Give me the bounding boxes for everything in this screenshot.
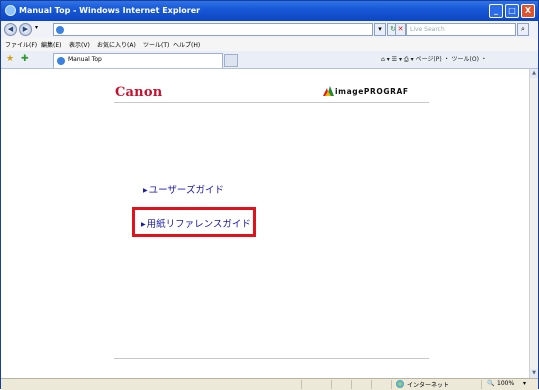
imageprograf-logo-text: imagePROGRAF (335, 87, 409, 96)
feeds-icon[interactable]: ☰ ▾ (392, 56, 402, 63)
status-divider (331, 380, 332, 389)
menu-favorites[interactable]: お気に入り(A) (97, 40, 136, 49)
title-bar: Manual Top - Windows Internet Explorer _… (1, 1, 538, 21)
menu-file[interactable]: ファイル(F) (5, 40, 37, 49)
favorites-star-icon[interactable]: ★ (6, 54, 14, 64)
internet-zone-label: インターネット (407, 382, 450, 389)
link-arrow-icon: ▶ (143, 187, 148, 194)
address-input[interactable] (53, 23, 373, 36)
menu-edit[interactable]: 編集(E) (41, 40, 61, 49)
add-favorites-icon[interactable]: ✚ (21, 54, 29, 64)
status-bar: インターネット 🔍 100% ▾ (1, 378, 538, 390)
imageprograf-logo: imagePROGRAF (323, 86, 409, 96)
search-input[interactable]: Live Search (406, 23, 516, 36)
tab-page-icon (57, 57, 65, 65)
users-guide-label: ユーザーズガイド (148, 185, 224, 196)
zoom-dropdown-icon[interactable]: ▾ (523, 380, 526, 387)
stop-icon[interactable]: ✕ (395, 23, 406, 36)
address-toolbar: ◀ ▶ ▾ ▾ ↻ ✕ Live Search ⌕ (1, 21, 538, 39)
status-divider (371, 380, 372, 389)
paper-reference-guide-label: 用紙リファレンスガイド (146, 219, 251, 230)
paper-reference-guide-link[interactable]: ▶用紙リファレンスガイド (141, 216, 251, 230)
tab-manual-top[interactable]: Manual Top (53, 53, 223, 68)
home-icon[interactable]: ⌂ ▾ (381, 56, 390, 63)
tab-label: Manual Top (68, 56, 102, 63)
status-divider (301, 380, 302, 389)
link-arrow-icon: ▶ (141, 221, 146, 228)
footer-divider (114, 358, 429, 359)
new-tab-button[interactable] (224, 54, 238, 67)
forward-button[interactable]: ▶ (19, 23, 32, 36)
maximize-button[interactable]: □ (505, 4, 519, 18)
close-button[interactable]: X (521, 4, 535, 18)
zoom-level[interactable]: 100% (497, 380, 514, 387)
page-icon (56, 26, 64, 34)
zoom-icon[interactable]: 🔍 (487, 380, 494, 387)
canon-logo: Canon (115, 85, 163, 100)
minimize-button[interactable]: _ (489, 4, 503, 18)
search-icon[interactable]: ⌕ (517, 23, 529, 36)
browser-window: Manual Top - Windows Internet Explorer _… (0, 0, 539, 390)
imageprograf-mark-icon (323, 86, 334, 96)
command-bar-menus[interactable]: ページ(P) ・ ツール(O) ・ (416, 56, 487, 63)
address-dropdown-button[interactable]: ▾ (374, 23, 386, 36)
page-content: Canon imagePROGRAF ▶ユーザーズガイド ▶用紙リファレンスガイ… (1, 69, 529, 378)
users-guide-link[interactable]: ▶ユーザーズガイド (143, 182, 224, 196)
tab-bar: ★ ✚ Manual Top ⌂ ▾ ☰ ▾ ⎙ ▾ ページ(P) ・ ツール(… (1, 51, 538, 69)
recent-pages-dropdown[interactable]: ▾ (35, 24, 38, 31)
menu-help[interactable]: ヘルプ(H) (173, 40, 200, 49)
scroll-down-arrow-icon[interactable]: ▼ (530, 369, 538, 378)
internet-zone-icon (396, 380, 404, 388)
print-icon[interactable]: ⎙ ▾ (404, 56, 414, 63)
menu-view[interactable]: 表示(V) (69, 40, 90, 49)
vertical-scrollbar[interactable]: ▲ ▼ (529, 69, 538, 378)
ie-icon (5, 5, 16, 16)
back-button[interactable]: ◀ (4, 23, 17, 36)
window-title: Manual Top - Windows Internet Explorer (19, 6, 201, 15)
scroll-up-arrow-icon[interactable]: ▲ (530, 69, 538, 78)
status-divider (481, 380, 482, 389)
command-bar[interactable]: ⌂ ▾ ☰ ▾ ⎙ ▾ ページ(P) ・ ツール(O) ・ (381, 54, 487, 64)
status-divider (351, 380, 352, 389)
header-divider (114, 102, 429, 103)
status-divider (391, 380, 392, 389)
menu-bar: ファイル(F) 編集(E) 表示(V) お気に入り(A) ツール(T) ヘルプ(… (1, 38, 538, 52)
menu-tools[interactable]: ツール(T) (143, 40, 169, 49)
